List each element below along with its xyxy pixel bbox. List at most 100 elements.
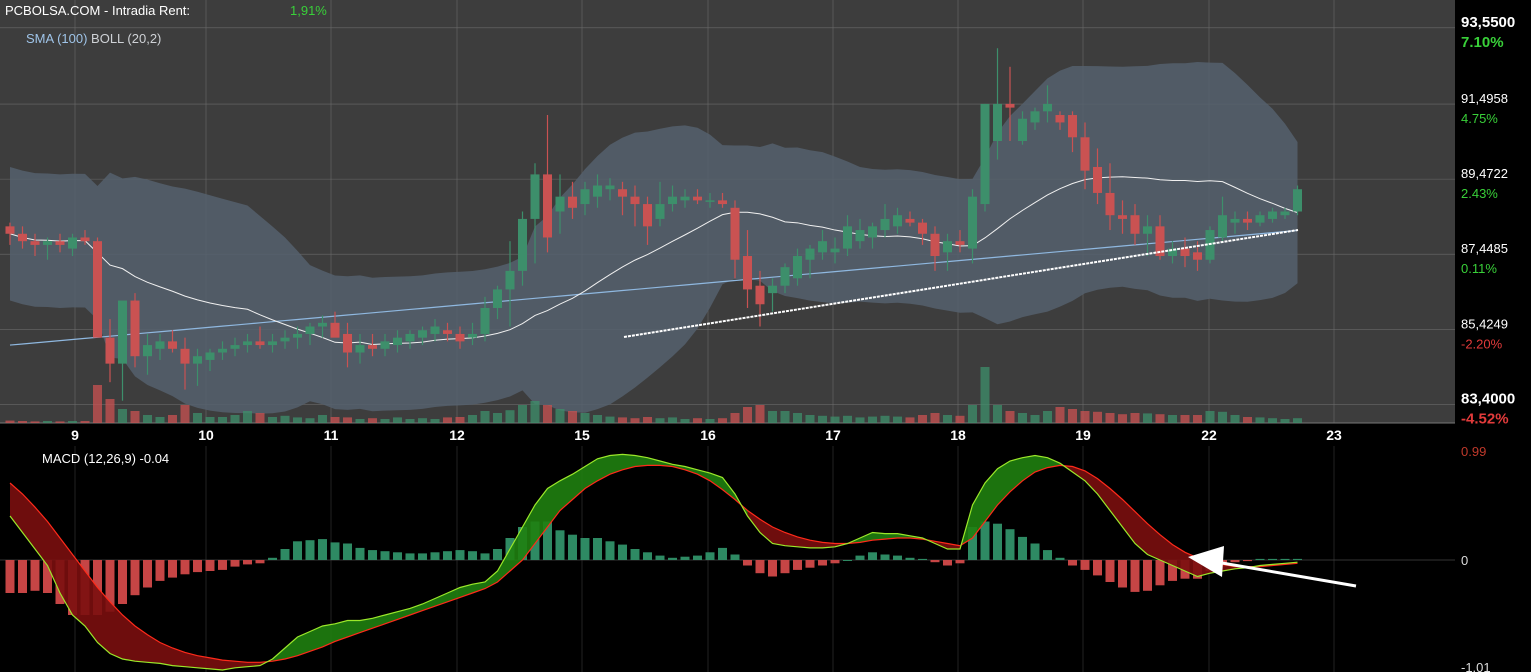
volume-bar — [1230, 415, 1240, 423]
candle-body — [668, 196, 677, 205]
candle-body — [1018, 118, 1027, 141]
y-pct-label: -4.52% — [1461, 410, 1509, 427]
macd-histogram-bar — [905, 557, 915, 560]
volume-bar — [1255, 417, 1265, 423]
volume-bar — [543, 405, 552, 423]
candle-body — [1068, 115, 1077, 138]
candle-body — [118, 300, 127, 364]
macd-histogram-bar — [755, 560, 765, 574]
candle-body — [1293, 189, 1302, 212]
volume-bar — [68, 421, 77, 423]
macd-histogram-bar — [1030, 543, 1040, 560]
macd-histogram-bar — [1293, 558, 1302, 560]
macd-histogram-bar — [155, 560, 165, 581]
brand-label[interactable]: PCBOLSA.COM — [5, 3, 100, 18]
volume-bar — [168, 415, 177, 423]
candle-body — [993, 103, 1002, 141]
volume-bar — [1205, 411, 1215, 423]
y-pct-label: 4.75% — [1461, 111, 1498, 126]
macd-histogram-bar — [768, 560, 777, 577]
volume-bar — [893, 416, 902, 423]
volume-bar — [268, 417, 277, 423]
volume-bar — [55, 421, 65, 423]
macd-histogram-bar — [1255, 558, 1265, 560]
volume-bar — [880, 415, 890, 423]
candle-body — [793, 256, 802, 279]
candle-body — [5, 226, 15, 234]
candle-body — [1093, 166, 1102, 193]
candle-body — [405, 333, 415, 342]
volume-bar — [43, 421, 52, 423]
macd-histogram-bar — [193, 560, 202, 573]
macd-histogram-bar — [168, 560, 177, 578]
rent-value: 1,91% — [290, 3, 327, 18]
volume-bar — [755, 405, 765, 423]
candle-body — [280, 337, 290, 342]
volume-bar — [318, 415, 327, 423]
mode-label: Intradia — [111, 3, 156, 18]
x-tick-label: 23 — [1326, 427, 1342, 443]
y-pct-label: 2.43% — [1461, 186, 1498, 201]
macd-histogram-bar — [393, 552, 402, 560]
y-pct-label: 0.11% — [1461, 261, 1497, 276]
volume-bar — [1130, 413, 1140, 423]
macd-histogram-bar — [568, 534, 577, 560]
candle-body — [768, 285, 777, 294]
candle-body — [705, 200, 715, 202]
y-price-label: 87,4485 — [1461, 241, 1508, 256]
macd-legend[interactable]: MACD (12,26,9) -0.04 — [42, 451, 169, 466]
candle-body — [543, 174, 552, 238]
y-price-label: 91,4958 — [1461, 91, 1508, 106]
candle-body — [368, 345, 377, 349]
macd-histogram-bar — [280, 549, 290, 560]
macd-histogram-bar — [993, 523, 1002, 560]
macd-histogram-bar — [780, 560, 790, 574]
volume-bar — [1168, 415, 1177, 423]
macd-histogram-bar — [893, 555, 902, 560]
candle-body — [218, 348, 227, 353]
volume-bar — [1105, 413, 1115, 423]
volume-bar — [768, 411, 777, 423]
macd-histogram-bar — [480, 553, 490, 560]
macd-histogram-bar — [918, 558, 927, 560]
candle-body — [68, 237, 77, 249]
volume-bar — [118, 409, 127, 423]
candle-body — [230, 345, 240, 349]
candle-body — [955, 241, 965, 245]
y-price-label: 83,4000 — [1461, 390, 1515, 407]
macd-y-label: -1.01 — [1461, 660, 1491, 672]
volume-bar — [1018, 413, 1027, 423]
x-tick-label: 11 — [324, 427, 339, 443]
candle-body — [205, 352, 215, 360]
candle-body — [880, 218, 890, 231]
candle-body — [805, 248, 815, 260]
macd-histogram-bar — [880, 554, 890, 560]
x-tick-label: 22 — [1201, 427, 1217, 443]
volume-bar — [518, 405, 527, 423]
sma-legend[interactable]: SMA (100) — [26, 31, 87, 46]
volume-bar — [393, 417, 402, 423]
macd-histogram-bar — [930, 560, 940, 563]
candle-body — [618, 189, 627, 197]
macd-histogram-bar — [1093, 560, 1102, 576]
macd-histogram-bar — [30, 560, 40, 591]
volume-bar — [205, 417, 215, 423]
volume-bar — [468, 415, 477, 423]
macd-histogram-bar — [1005, 529, 1015, 560]
volume-bar — [93, 385, 102, 423]
volume-bar — [1030, 415, 1040, 423]
volume-bar — [918, 415, 927, 423]
axis-panel-bg — [1455, 0, 1531, 423]
macd-histogram-bar — [868, 552, 877, 560]
macd-histogram-bar — [793, 560, 802, 570]
candle-body — [643, 204, 652, 227]
volume-bar — [105, 399, 115, 423]
volume-bar — [1268, 418, 1277, 423]
boll-legend[interactable]: BOLL (20,2) — [91, 31, 161, 46]
macd-histogram-bar — [255, 560, 265, 564]
candle-body — [130, 300, 140, 357]
volume-bar — [668, 417, 677, 423]
x-tick-label: 16 — [700, 427, 716, 443]
macd-histogram-bar — [130, 560, 140, 596]
candle-body — [1180, 248, 1190, 257]
